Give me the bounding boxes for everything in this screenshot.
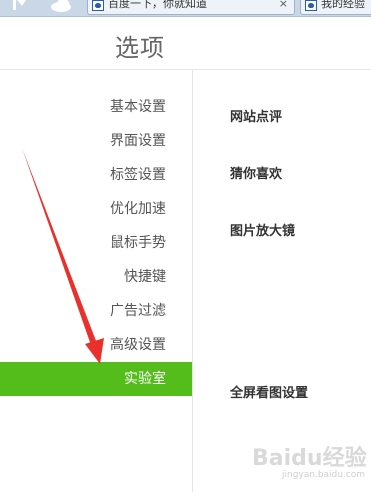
sidebar-item-basic-settings[interactable]: 基本设置 [0,90,192,124]
tab-title: 我的经验 [321,0,365,10]
browser-tab-strip: 百度一下，你就知道 × 我的经验 [0,0,371,17]
sidebar-divider [192,70,193,492]
back-icon[interactable] [4,0,30,12]
section-title-fullscreen-image: 全屏看图设置 [230,386,309,401]
sidebar-item-advanced-settings[interactable]: 高级设置 [0,328,192,362]
baidu-jingyan-watermark: Baidu经验 [252,446,367,471]
close-icon[interactable]: × [279,0,288,10]
sidebar-item-mouse-gestures[interactable]: 鼠标手势 [0,226,192,260]
sidebar-item-interface-settings[interactable]: 界面设置 [0,124,192,158]
section-title-site-review: 网站点评 [230,110,283,125]
sidebar-item-ad-filter[interactable]: 广告过滤 [0,294,192,328]
sidebar-item-shortcuts[interactable]: 快捷键 [0,260,192,294]
tab-baidu[interactable]: 百度一下，你就知道 × [87,0,295,15]
page-title: 选项 [115,34,165,62]
sidebar-nav: 基本设置 界面设置 标签设置 优化加速 鼠标手势 快捷键 广告过滤 高级设置 实… [0,90,192,396]
tab-jingyan[interactable]: 我的经验 [300,0,371,15]
baidu-paw-icon [305,0,317,11]
sidebar-item-lab[interactable]: 实验室 [0,362,192,396]
watermark-url: jingyan.baidu.com [282,470,366,480]
baidu-paw-icon [92,0,104,11]
tab-title: 百度一下，你就知道 [108,0,207,10]
section-title-recommendations: 猜你喜欢 [230,167,283,182]
sidebar-item-tab-settings[interactable]: 标签设置 [0,158,192,192]
section-title-image-magnifier: 图片放大镜 [230,224,296,239]
cloud-icon[interactable] [48,0,74,12]
sidebar-item-optimization[interactable]: 优化加速 [0,192,192,226]
header-divider [0,69,371,70]
